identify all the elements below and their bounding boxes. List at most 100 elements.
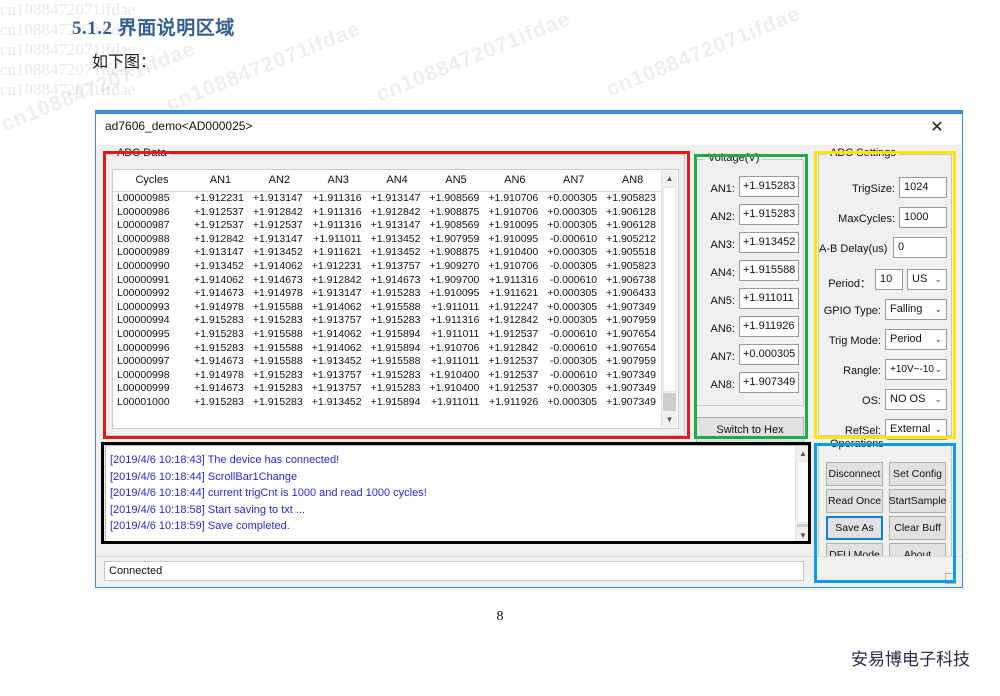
disconnect-button[interactable]: Disconnect bbox=[826, 462, 883, 486]
table-row[interactable]: L00000986+1.912537+1.912842+1.911316+1.9… bbox=[113, 206, 662, 220]
column-header-cycles[interactable]: Cycles bbox=[113, 170, 191, 192]
cell-an2: +1.915283 bbox=[250, 314, 309, 328]
cell-an1: +1.912842 bbox=[191, 233, 250, 247]
save-as-button[interactable]: Save As bbox=[826, 516, 883, 540]
table-row[interactable]: L00000988+1.912842+1.913147+1.911011+1.9… bbox=[113, 233, 662, 247]
scroll-down-icon[interactable]: ▼ bbox=[796, 528, 810, 542]
switch-to-hex-button[interactable]: Switch to Hex bbox=[696, 417, 804, 443]
column-header-an8[interactable]: AN8 bbox=[603, 170, 662, 192]
period-row: Period： 10 US ⌄ bbox=[819, 269, 953, 295]
voltage-value-input[interactable]: +1.907349 bbox=[739, 372, 799, 393]
cell-an5: +1.911011 bbox=[427, 396, 486, 410]
column-header-an3[interactable]: AN3 bbox=[309, 170, 368, 192]
scrollbar-thumb[interactable] bbox=[663, 187, 676, 392]
table-row[interactable]: L00000995+1.915283+1.915588+1.914062+1.9… bbox=[113, 328, 662, 342]
log-vertical-scrollbar[interactable]: ▲ ▼ bbox=[795, 446, 810, 542]
maxcycles-input[interactable]: 1000 bbox=[899, 207, 947, 228]
gpio-type-select[interactable]: Falling ⌄ bbox=[885, 299, 947, 320]
cell-an7: -0.000610 bbox=[544, 369, 603, 383]
table-row[interactable]: L00000991+1.914062+1.914673+1.912842+1.9… bbox=[113, 274, 662, 288]
application-window: ad7606_demo<AD000025> ✕ ADC Data CyclesA… bbox=[95, 110, 963, 588]
startsample-button[interactable]: StartSample bbox=[889, 489, 946, 513]
cell-an5: +1.910400 bbox=[427, 369, 486, 383]
column-header-an5[interactable]: AN5 bbox=[427, 170, 486, 192]
adc-settings-group-label: ADC Settings bbox=[827, 147, 899, 159]
abdelay-input[interactable]: 0 bbox=[893, 237, 947, 258]
gpio-type-value: Falling bbox=[890, 300, 922, 319]
cell-an7: +0.000305 bbox=[544, 206, 603, 220]
cell-an6: +1.912247 bbox=[485, 301, 544, 315]
period-unit-select[interactable]: US ⌄ bbox=[907, 269, 947, 290]
scroll-up-icon[interactable]: ▲ bbox=[796, 446, 810, 460]
cell-an7: -0.000610 bbox=[544, 328, 603, 342]
log-line: [2019/4/6 10:18:44] ScrollBar1Change bbox=[106, 469, 794, 486]
table-row[interactable]: L00000989+1.913147+1.913452+1.911621+1.9… bbox=[113, 246, 662, 260]
scrollbar-track[interactable] bbox=[797, 524, 809, 527]
cell-an6: +1.910706 bbox=[485, 260, 544, 274]
voltage-value-input[interactable]: +1.915283 bbox=[739, 176, 799, 197]
table-row[interactable]: L00000990+1.913452+1.914062+1.912231+1.9… bbox=[113, 260, 662, 274]
table-vertical-scrollbar[interactable]: ▲ ▼ bbox=[661, 171, 677, 427]
period-unit-value: US bbox=[912, 270, 927, 289]
refsel-value: External bbox=[890, 420, 930, 439]
cell-an8: +1.906128 bbox=[603, 206, 662, 220]
table-row[interactable]: L00000987+1.912537+1.912537+1.911316+1.9… bbox=[113, 219, 662, 233]
adc-data-table-container[interactable]: CyclesAN1AN2AN3AN4AN5AN6AN7AN8 L00000985… bbox=[112, 169, 679, 429]
table-row[interactable]: L00000993+1.914978+1.915588+1.914062+1.9… bbox=[113, 301, 662, 315]
column-header-an6[interactable]: AN6 bbox=[485, 170, 544, 192]
cell-an2: +1.913452 bbox=[250, 246, 309, 260]
table-row[interactable]: L00000996+1.915283+1.915588+1.914062+1.9… bbox=[113, 342, 662, 356]
os-select[interactable]: NO OS ⌄ bbox=[885, 389, 947, 410]
voltage-row-an1: AN1:+1.915283 bbox=[697, 176, 805, 204]
log-console[interactable]: [2019/4/6 10:18:43] The device has conne… bbox=[105, 445, 811, 543]
scroll-down-icon[interactable]: ▼ bbox=[662, 412, 677, 427]
voltage-value-input[interactable]: +1.911011 bbox=[739, 288, 799, 309]
period-input[interactable]: 10 bbox=[875, 269, 903, 290]
maxcycles-label: MaxCycles: bbox=[821, 213, 895, 225]
chevron-down-icon: ⌄ bbox=[934, 360, 942, 379]
voltage-value-input[interactable]: +1.915283 bbox=[739, 204, 799, 225]
refsel-select[interactable]: External ⌄ bbox=[885, 419, 947, 440]
cell-an1: +1.915283 bbox=[191, 396, 250, 410]
read-once-button[interactable]: Read Once bbox=[826, 489, 883, 513]
voltage-value-input[interactable]: +1.915588 bbox=[739, 260, 799, 281]
voltage-value-input[interactable]: +1.911926 bbox=[739, 316, 799, 337]
scrollbar-track[interactable] bbox=[663, 393, 676, 411]
column-header-an4[interactable]: AN4 bbox=[368, 170, 427, 192]
trigsize-input[interactable]: 1024 bbox=[899, 177, 947, 198]
table-row[interactable]: L00000985+1.912231+1.913147+1.911316+1.9… bbox=[113, 192, 662, 206]
set-config-button[interactable]: Set Config bbox=[889, 462, 946, 486]
clear-buff-button[interactable]: Clear Buff bbox=[889, 516, 946, 540]
table-row[interactable]: L00000999+1.914673+1.915283+1.913757+1.9… bbox=[113, 382, 662, 396]
table-row[interactable]: L00000997+1.914673+1.915588+1.913452+1.9… bbox=[113, 355, 662, 369]
cell-an5: +1.908875 bbox=[427, 206, 486, 220]
adc-data-table: CyclesAN1AN2AN3AN4AN5AN6AN7AN8 L00000985… bbox=[113, 170, 662, 410]
close-icon[interactable]: ✕ bbox=[916, 113, 958, 141]
column-header-an7[interactable]: AN7 bbox=[544, 170, 603, 192]
cell-an3: +1.912231 bbox=[309, 260, 368, 274]
cell-an5: +1.910400 bbox=[427, 382, 486, 396]
adc-settings-group: ADC Settings TrigSize: 1024 MaxCycles: 1… bbox=[818, 154, 952, 436]
cell-an1: +1.915283 bbox=[191, 328, 250, 342]
scroll-up-icon[interactable]: ▲ bbox=[662, 171, 677, 186]
voltage-group: Voltage(V) AN1:+1.915283AN2:+1.915283AN3… bbox=[696, 159, 804, 406]
trig-mode-select[interactable]: Period ⌄ bbox=[885, 329, 947, 350]
column-header-an1[interactable]: AN1 bbox=[191, 170, 250, 192]
resize-grip-icon[interactable] bbox=[945, 573, 956, 584]
cell-an2: +1.915283 bbox=[250, 382, 309, 396]
table-row[interactable]: L00000992+1.914673+1.914978+1.913147+1.9… bbox=[113, 287, 662, 301]
table-row[interactable]: L00000994+1.915283+1.915283+1.913757+1.9… bbox=[113, 314, 662, 328]
cell-an6: +1.912537 bbox=[485, 328, 544, 342]
voltage-value-input[interactable]: +0.000305 bbox=[739, 344, 799, 365]
table-row[interactable]: L00000998+1.914978+1.915283+1.913757+1.9… bbox=[113, 369, 662, 383]
table-row[interactable]: L00001000+1.915283+1.915283+1.913452+1.9… bbox=[113, 396, 662, 410]
cell-cycles: L00000996 bbox=[113, 342, 191, 356]
window-client-area: ADC Data CyclesAN1AN2AN3AN4AN5AN6AN7AN8 … bbox=[96, 145, 962, 587]
voltage-value-input[interactable]: +1.913452 bbox=[739, 232, 799, 253]
column-header-an2[interactable]: AN2 bbox=[250, 170, 309, 192]
scrollbar-thumb[interactable] bbox=[797, 461, 809, 523]
cell-cycles: L00001000 bbox=[113, 396, 191, 410]
cell-an8: +1.905212 bbox=[603, 233, 662, 247]
rangle-select[interactable]: +10V~-10 ⌄ bbox=[885, 359, 947, 380]
cell-an5: +1.910706 bbox=[427, 342, 486, 356]
